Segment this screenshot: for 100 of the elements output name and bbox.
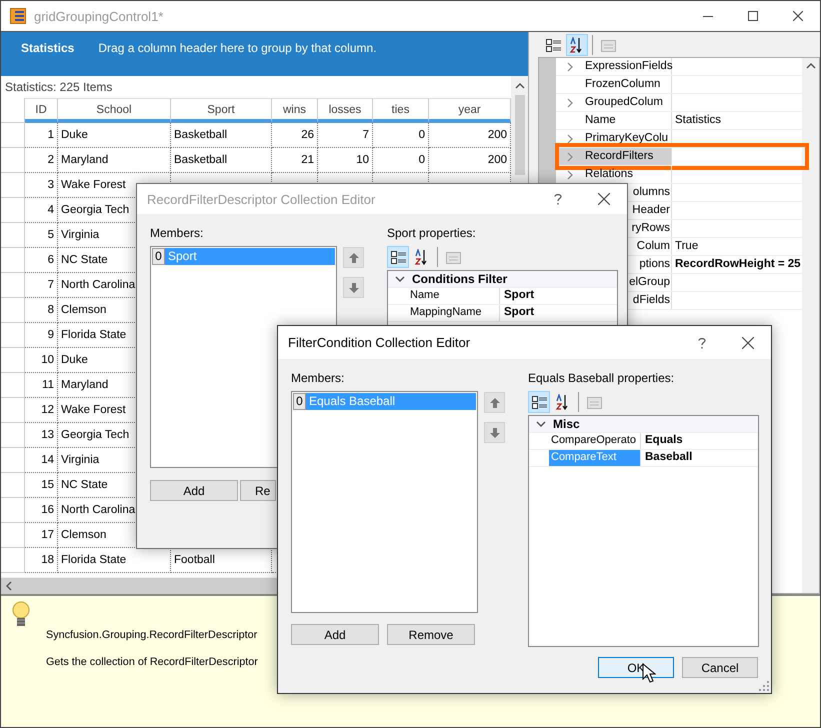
column-header[interactable]: wins — [272, 98, 318, 123]
row-header[interactable] — [1, 148, 25, 173]
property-name[interactable]: ExpressionFields — [585, 60, 673, 72]
vertical-scrollbar[interactable] — [802, 58, 819, 593]
table-cell: Florida State — [61, 554, 126, 566]
table-cell: 2 — [48, 154, 54, 166]
property-name[interactable]: MappingName — [408, 305, 500, 321]
column-header[interactable]: Sport — [171, 98, 272, 123]
property-name[interactable]: olumns — [632, 186, 670, 198]
table-cell: 7 — [48, 279, 54, 291]
property-name[interactable]: Header — [632, 204, 670, 216]
property-name[interactable]: Name — [585, 114, 616, 126]
row-header[interactable] — [1, 473, 25, 498]
table-cell: 4 — [48, 204, 54, 216]
field-label: Sport properties: — [387, 226, 476, 240]
collapse-icon[interactable] — [395, 274, 405, 284]
table-cell: North Carolina — [61, 504, 136, 516]
row-header[interactable] — [1, 123, 25, 148]
table-cell: 3 — [48, 179, 54, 191]
row-header[interactable] — [1, 423, 25, 448]
table-cell: 6 — [48, 254, 54, 266]
row-header[interactable] — [1, 373, 25, 398]
row-header[interactable] — [1, 223, 25, 248]
column-header[interactable]: School — [58, 98, 171, 123]
property-name[interactable]: ptions — [639, 258, 670, 270]
table-cell: Wake Forest — [61, 179, 126, 191]
table-cell: Virginia — [61, 454, 100, 466]
table-cell: Maryland — [61, 379, 108, 391]
property-name[interactable]: GroupedColum — [585, 96, 663, 108]
table-cell: 15 — [41, 479, 54, 491]
dialog-title: RecordFilterDescriptor Collection Editor — [147, 192, 376, 206]
row-header[interactable] — [1, 98, 25, 123]
property-name[interactable]: PrimaryKeyColu — [585, 132, 668, 144]
table-cell: NC State — [61, 479, 108, 491]
property-value: True — [675, 240, 698, 252]
table-cell: Clemson — [61, 304, 106, 316]
property-name[interactable]: dFields — [632, 294, 670, 306]
row-header[interactable] — [1, 298, 25, 323]
row-header[interactable] — [1, 448, 25, 473]
column-header[interactable]: ID — [25, 98, 58, 123]
row-header[interactable] — [1, 248, 25, 273]
expand-icon[interactable] — [566, 152, 574, 162]
window-title: gridGroupingControl1* — [34, 8, 164, 24]
collapse-icon[interactable] — [536, 419, 546, 429]
table-cell: 0 — [418, 129, 425, 141]
row-header[interactable] — [1, 198, 25, 223]
sort-button[interactable] — [566, 34, 588, 56]
row-header[interactable] — [1, 548, 25, 573]
expand-icon[interactable] — [566, 170, 574, 180]
scroll-up-icon — [806, 62, 816, 70]
move-down-button[interactable] — [343, 277, 364, 298]
property-name[interactable]: ryRows — [632, 222, 670, 234]
move-down-button[interactable] — [484, 422, 505, 443]
dialog-button[interactable]: Add — [291, 624, 379, 645]
table-cell: 26 — [301, 129, 314, 141]
dialog-button[interactable]: Cancel — [682, 657, 758, 678]
expand-icon[interactable] — [566, 134, 574, 144]
group-drop-area[interactable]: Statistics Drag a column header here to group by that column. — [1, 32, 528, 76]
row-header[interactable] — [1, 173, 25, 198]
table-cell: NC State — [61, 254, 108, 266]
table-cell: 1 — [48, 129, 54, 141]
table-cell: 21 — [301, 154, 314, 166]
row-header[interactable] — [1, 323, 25, 348]
row-header[interactable] — [1, 398, 25, 423]
property-name[interactable]: FrozenColumn — [585, 78, 660, 90]
row-header[interactable] — [1, 498, 25, 523]
members-list[interactable]: 0 Equals Baseball — [291, 391, 478, 613]
categorized-button[interactable] — [528, 391, 550, 413]
table-cell: Maryland — [61, 154, 108, 166]
dialog-button[interactable]: Remove — [387, 624, 475, 645]
table-cell: 5 — [48, 229, 54, 241]
property-value: Statistics — [675, 114, 722, 126]
table-cell: Football — [174, 554, 215, 566]
resize-grip-icon[interactable] — [759, 681, 769, 691]
table-cell: Duke — [61, 129, 88, 141]
categorized-button[interactable] — [387, 246, 409, 268]
expand-icon[interactable] — [566, 98, 574, 108]
column-header[interactable]: losses — [318, 98, 373, 123]
property-name[interactable]: Name — [408, 288, 500, 304]
column-header[interactable]: ties — [373, 98, 429, 123]
row-header[interactable] — [1, 273, 25, 298]
index-badge: 0 — [293, 393, 306, 410]
property-name[interactable]: Colum — [636, 240, 670, 252]
dialog-button[interactable]: Add — [150, 480, 238, 501]
cut-off-button[interactable]: Re — [240, 480, 276, 501]
scroll-left-icon — [5, 581, 13, 591]
property-name[interactable]: elGroup — [629, 276, 670, 288]
property-name[interactable]: CompareOperato — [549, 433, 641, 449]
scroll-up-icon — [514, 82, 524, 90]
property-value: Sport — [504, 289, 534, 301]
row-header[interactable] — [1, 348, 25, 373]
expand-icon[interactable] — [566, 62, 574, 72]
table-cell: 10 — [356, 154, 369, 166]
move-up-button[interactable] — [343, 247, 364, 268]
property-name[interactable]: Relations — [585, 168, 633, 180]
row-header[interactable] — [1, 523, 25, 548]
table-cell: 13 — [41, 429, 54, 441]
table-name: Statistics — [21, 41, 74, 57]
move-up-button[interactable] — [484, 392, 505, 413]
table-cell: Georgia Tech — [61, 429, 130, 441]
